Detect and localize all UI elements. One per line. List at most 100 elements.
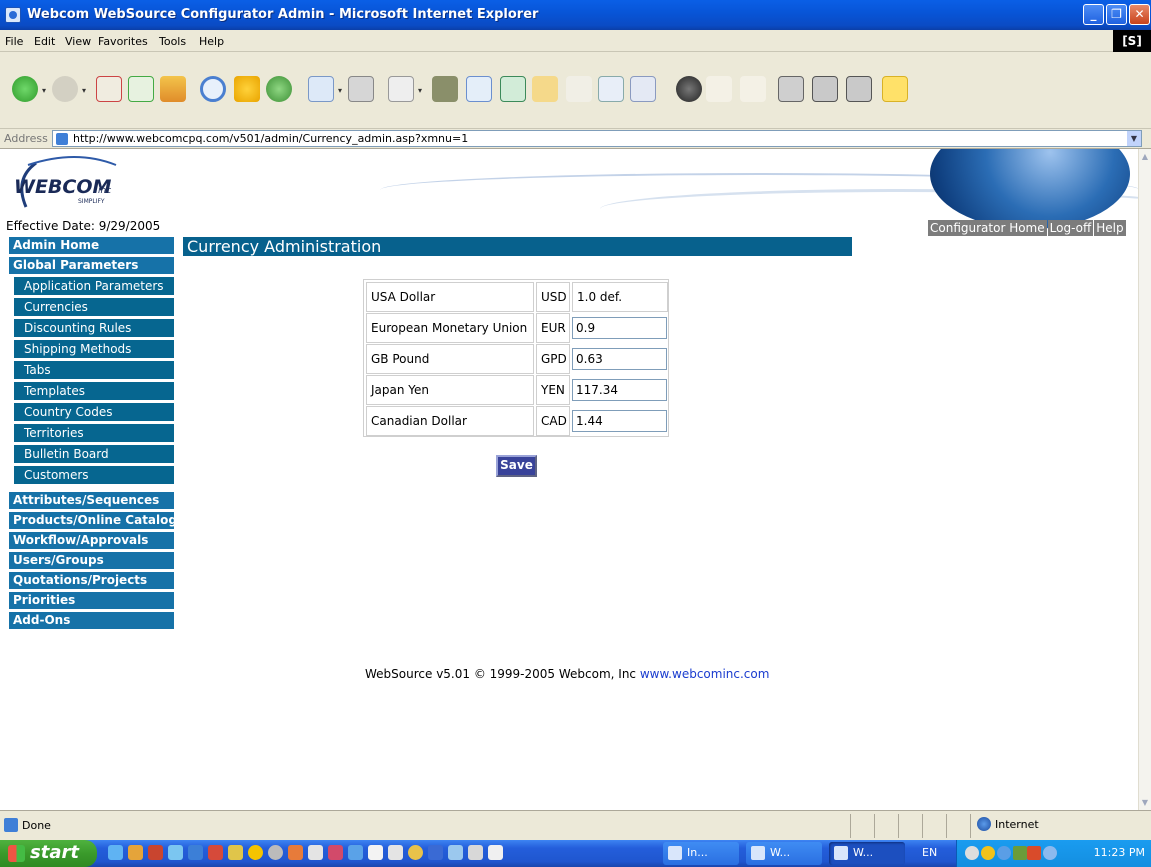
scroll-down-icon[interactable]: ▼ [1139,795,1151,810]
rate-input-cad[interactable] [572,410,667,432]
info-icon[interactable] [812,76,838,102]
quicklaunch-icon[interactable] [308,845,323,860]
link-configurator-home[interactable]: Configurator Home [928,220,1047,236]
tray-icon[interactable] [1027,846,1041,860]
sidebar-add-ons[interactable]: Add-Ons [9,612,174,629]
sidebar-item-tabs[interactable]: Tabs [14,361,174,379]
tray-icon[interactable] [965,846,979,860]
sidebar-item-territories[interactable]: Territories [14,424,174,442]
quicklaunch-icon[interactable] [148,845,163,860]
quicklaunch-icon[interactable] [428,845,443,860]
quicklaunch-icon[interactable] [188,845,203,860]
sidebar-attributes-sequences[interactable]: Attributes/Sequences [9,492,174,509]
refresh-icon[interactable] [128,76,154,102]
link-log-off[interactable]: Log-off [1047,220,1094,236]
sidebar-priorities[interactable]: Priorities [9,592,174,609]
forward-page-icon[interactable] [846,76,872,102]
forward-dropdown-icon[interactable]: ▾ [82,86,88,95]
sidebar-quotations-projects[interactable]: Quotations/Projects [9,572,174,589]
history-icon[interactable] [266,76,292,102]
language-indicator[interactable]: EN [922,846,937,859]
folder-icon[interactable] [532,76,558,102]
menu-edit[interactable]: Edit [34,35,55,48]
link-help[interactable]: Help [1094,220,1126,236]
taskbar-item-word[interactable]: W... [746,842,822,865]
sidebar-workflow-approvals[interactable]: Workflow/Approvals [9,532,174,549]
quicklaunch-icon[interactable] [208,845,223,860]
quicklaunch-icon[interactable] [448,845,463,860]
address-dropdown-icon[interactable]: ▼ [1127,131,1141,146]
sidebar-global-parameters[interactable]: Global Parameters [9,257,174,274]
spellcheck-icon[interactable] [706,76,732,102]
sidebar-item-discounting-rules[interactable]: Discounting Rules [14,319,174,337]
sidebar-products-online-catalog[interactable]: Products/Online Catalog [9,512,177,529]
sidebar-item-templates[interactable]: Templates [14,382,174,400]
media-icon[interactable] [676,76,702,102]
menu-help[interactable]: Help [199,35,224,48]
close-button[interactable]: ✕ [1129,4,1150,25]
quicklaunch-icon[interactable] [288,845,303,860]
quicklaunch-icon[interactable] [168,845,183,860]
menu-file[interactable]: File [5,35,23,48]
copy-icon[interactable] [598,76,624,102]
forward-icon[interactable] [52,76,78,102]
stop-icon[interactable] [96,76,122,102]
maximize-button[interactable]: ❐ [1106,4,1127,25]
tools-icon[interactable] [740,76,766,102]
search-icon[interactable] [200,76,226,102]
cut-icon[interactable] [566,76,592,102]
quicklaunch-icon[interactable] [248,845,263,860]
address-input[interactable]: http://www.webcomcpq.com/v501/admin/Curr… [52,130,1142,147]
address-url[interactable]: http://www.webcomcpq.com/v501/admin/Curr… [73,132,468,145]
vertical-scrollbar[interactable]: ▲ ▼ [1138,149,1151,810]
scroll-up-icon[interactable]: ▲ [1139,149,1151,164]
home-icon[interactable] [160,76,186,102]
quicklaunch-icon[interactable] [488,845,503,860]
sidebar-users-groups[interactable]: Users/Groups [9,552,174,569]
rate-input-yen[interactable] [572,379,667,401]
taskbar-item-ie[interactable]: In... [663,842,739,865]
sidebar-item-application-parameters[interactable]: Application Parameters [14,277,174,295]
rate-input-eur[interactable] [572,317,667,339]
note-icon[interactable] [882,76,908,102]
window-icon[interactable] [500,76,526,102]
mail-dropdown-icon[interactable]: ▾ [338,86,344,95]
menu-favorites[interactable]: Favorites [98,35,148,48]
quicklaunch-icon[interactable] [468,845,483,860]
tray-icon[interactable] [997,846,1011,860]
quicklaunch-icon[interactable] [228,845,243,860]
footer-link[interactable]: www.webcominc.com [640,667,770,681]
edit-dropdown-icon[interactable]: ▾ [418,86,424,95]
print-icon[interactable] [348,76,374,102]
quicklaunch-icon[interactable] [328,845,343,860]
rate-input-gpd[interactable] [572,348,667,370]
sidebar-item-customers[interactable]: Customers [14,466,174,484]
paste-icon[interactable] [630,76,656,102]
sidebar-admin-home[interactable]: Admin Home [9,237,174,254]
plugin-icon[interactable] [778,76,804,102]
start-button[interactable]: start [0,840,97,867]
menu-view[interactable]: View [65,35,91,48]
sidebar-item-country-codes[interactable]: Country Codes [14,403,174,421]
quicklaunch-icon[interactable] [348,845,363,860]
tray-icon[interactable] [1013,846,1027,860]
tray-icon[interactable] [1043,846,1057,860]
sidebar-item-currencies[interactable]: Currencies [14,298,174,316]
edit-icon[interactable] [388,76,414,102]
mail-icon[interactable] [308,76,334,102]
quicklaunch-icon[interactable] [128,845,143,860]
quicklaunch-icon[interactable] [268,845,283,860]
back-icon[interactable] [12,76,38,102]
quicklaunch-ie-icon[interactable] [108,845,123,860]
favorites-star-icon[interactable] [234,76,260,102]
minimize-button[interactable]: _ [1083,4,1104,25]
quicklaunch-icon[interactable] [388,845,403,860]
save-button[interactable]: Save [496,455,537,477]
menu-tools[interactable]: Tools [159,35,186,48]
research-icon[interactable] [466,76,492,102]
taskbar-item-websource[interactable]: W... [829,842,905,865]
tray-icon[interactable] [981,846,995,860]
back-dropdown-icon[interactable]: ▾ [42,86,48,95]
discuss-icon[interactable] [432,76,458,102]
quicklaunch-icon[interactable] [368,845,383,860]
